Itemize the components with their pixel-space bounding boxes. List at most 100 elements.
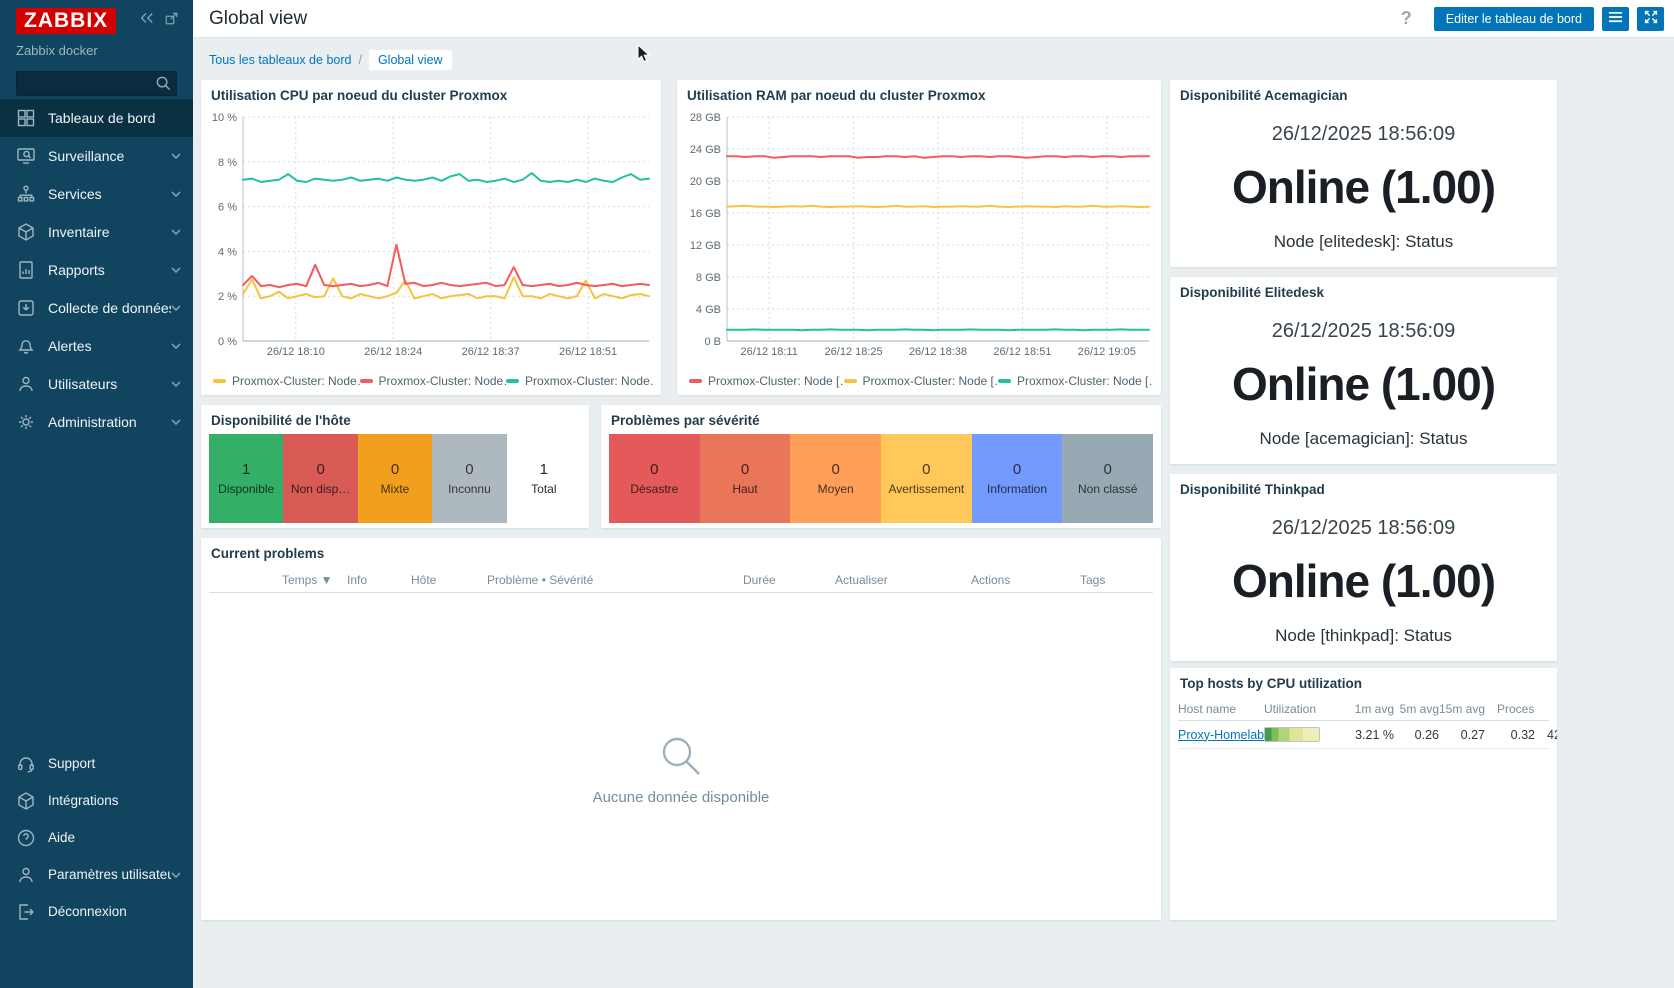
help-icon[interactable]: ? bbox=[1387, 8, 1426, 29]
svg-text:20 GB: 20 GB bbox=[690, 176, 721, 188]
widget-title: Disponibilité de l'hôte bbox=[209, 413, 581, 434]
avg-5m-value: 0.27 bbox=[1439, 728, 1485, 742]
sidebar-item-dashboard[interactable]: Tableaux de bord bbox=[0, 99, 193, 137]
avg-1m-value: 0.26 bbox=[1394, 728, 1439, 742]
sidebar-item-user-settings[interactable]: Paramètres utilisateur bbox=[0, 856, 193, 893]
sidebar-item-label: Administration bbox=[48, 414, 171, 430]
breadcrumb-current[interactable]: Global view bbox=[369, 50, 452, 70]
column-header-host-name: Host name bbox=[1178, 702, 1264, 716]
sidebar-item-integrations[interactable]: Intégrations bbox=[0, 782, 193, 819]
svg-text:26/12 19:05: 26/12 19:05 bbox=[1078, 346, 1136, 358]
sidebar-item-label: Déconnexion bbox=[48, 904, 181, 919]
availability-card-elitedesk[interactable]: Disponibilité Elitedesk 26/12/2025 18:56… bbox=[1170, 277, 1557, 464]
cpu-chart-widget[interactable]: Utilisation CPU par noeud du cluster Pro… bbox=[201, 80, 661, 395]
sidebar-item-administration[interactable]: Administration bbox=[0, 403, 193, 441]
sidebar-item-reports[interactable]: Rapports bbox=[0, 251, 193, 289]
availability-label: Disponible bbox=[218, 482, 274, 496]
sidebar-item-monitoring[interactable]: Surveillance bbox=[0, 137, 193, 175]
widget-title: Disponibilité Acemagician bbox=[1178, 88, 1549, 109]
severity-cells: 0Désastre0Haut0Moyen0Avertissement0Infor… bbox=[609, 434, 1153, 523]
sidebar-item-logout[interactable]: Déconnexion bbox=[0, 893, 193, 930]
sidebar-item-label: Paramètres utilisateur bbox=[48, 867, 171, 882]
sidebar-item-data-collection[interactable]: Collecte de données bbox=[0, 289, 193, 327]
host-link[interactable]: Proxy-Homelab bbox=[1178, 728, 1264, 742]
sidebar-item-label: Tableaux de bord bbox=[48, 110, 181, 126]
availability-cell[interactable]: 0Inconnu bbox=[432, 434, 506, 523]
legend-item[interactable]: Proxmox-Cluster: Node [… bbox=[689, 374, 844, 388]
availability-cell[interactable]: 0Mixte bbox=[358, 434, 432, 523]
widget-title: Disponibilité Elitedesk bbox=[1178, 285, 1549, 306]
edit-dashboard-button[interactable]: Editer le tableau de bord bbox=[1434, 7, 1594, 31]
problems-by-severity-widget[interactable]: Problèmes par sévérité 0Désastre0Haut0Mo… bbox=[601, 405, 1161, 528]
host-availability-widget[interactable]: Disponibilité de l'hôte 1Disponible0Non … bbox=[201, 405, 589, 528]
zabbix-logo[interactable]: ZABBIX bbox=[16, 8, 116, 34]
column-header-h-te: Hôte bbox=[411, 573, 487, 587]
legend-item[interactable]: Proxmox-Cluster: Node… bbox=[360, 374, 507, 388]
page-title: Global view bbox=[209, 8, 307, 30]
legend-label: Proxmox-Cluster: Node [… bbox=[1017, 374, 1153, 388]
current-problems-widget[interactable]: Current problems Temps ▼InfoHôteProblème… bbox=[201, 538, 1161, 920]
collapse-sidebar-icon[interactable] bbox=[138, 11, 154, 31]
severity-cell[interactable]: 0Information bbox=[972, 434, 1063, 523]
severity-cell[interactable]: 0Désastre bbox=[609, 434, 700, 523]
legend-item[interactable]: Proxmox-Cluster: Node… bbox=[213, 374, 360, 388]
widget-title: Utilisation CPU par noeud du cluster Pro… bbox=[209, 88, 653, 109]
server-name: Zabbix docker bbox=[0, 34, 193, 58]
breadcrumb-all-dashboards[interactable]: Tous les tableaux de bord bbox=[209, 53, 351, 67]
search-input[interactable] bbox=[16, 71, 177, 96]
severity-cell[interactable]: 0Non classé bbox=[1062, 434, 1153, 523]
availability-card-thinkpad[interactable]: Disponibilité Thinkpad 26/12/2025 18:56:… bbox=[1170, 474, 1557, 661]
sidebar-item-label: Collecte de données bbox=[48, 300, 171, 316]
sidebar-item-users[interactable]: Utilisateurs bbox=[0, 365, 193, 403]
legend-label: Proxmox-Cluster: Node [… bbox=[708, 374, 844, 388]
svg-text:6 %: 6 % bbox=[218, 202, 237, 214]
chevron-down-icon bbox=[171, 229, 181, 235]
ram-chart-widget[interactable]: Utilisation RAM par noeud du cluster Pro… bbox=[677, 80, 1161, 395]
legend-item[interactable]: Proxmox-Cluster: Node [… bbox=[998, 374, 1153, 388]
svg-text:2 %: 2 % bbox=[218, 291, 237, 303]
severity-label: Désastre bbox=[630, 482, 678, 496]
legend-color-dash bbox=[360, 379, 373, 383]
severity-cell[interactable]: 0Haut bbox=[700, 434, 791, 523]
card-item-name: Node [elitedesk]: Status bbox=[1178, 232, 1549, 252]
chevron-down-icon bbox=[171, 381, 181, 387]
sidebar-item-alerts[interactable]: Alertes bbox=[0, 327, 193, 365]
availability-cell[interactable]: 0Non disp… bbox=[283, 434, 357, 523]
availability-cell[interactable]: 1Disponible bbox=[209, 434, 283, 523]
severity-cell[interactable]: 0Avertissement bbox=[881, 434, 972, 523]
search-icon[interactable] bbox=[155, 75, 172, 97]
signout-icon bbox=[16, 902, 48, 922]
kiosk-mode-button[interactable] bbox=[1637, 7, 1664, 31]
reports-icon bbox=[16, 260, 48, 280]
legend-color-dash bbox=[213, 379, 226, 383]
legend-item[interactable]: Proxmox-Cluster: Node [… bbox=[844, 374, 999, 388]
sidebar-item-label: Intégrations bbox=[48, 793, 181, 808]
availability-count: 1 bbox=[540, 461, 548, 478]
alerts-icon bbox=[16, 336, 48, 356]
pin-sidebar-icon[interactable] bbox=[164, 11, 179, 31]
sidebar-item-inventory[interactable]: Inventaire bbox=[0, 213, 193, 251]
legend-item[interactable]: Proxmox-Cluster: Node… bbox=[506, 374, 653, 388]
availability-cell[interactable]: 1Total bbox=[507, 434, 581, 523]
severity-label: Avertissement bbox=[888, 482, 964, 496]
svg-text:12 GB: 12 GB bbox=[690, 240, 721, 252]
sidebar: ZABBIX Zabbix docker Tableaux de bord Sur… bbox=[0, 0, 193, 988]
chevron-down-icon bbox=[171, 419, 181, 425]
severity-count: 0 bbox=[1013, 461, 1021, 478]
hamburger-icon bbox=[1608, 11, 1623, 26]
sidebar-item-help[interactable]: Aide bbox=[0, 819, 193, 856]
breadcrumb-separator: / bbox=[358, 53, 361, 67]
svg-text:26/12 18:37: 26/12 18:37 bbox=[462, 346, 520, 358]
dashboard-menu-button[interactable] bbox=[1602, 7, 1629, 31]
administration-icon bbox=[16, 412, 48, 432]
top-hosts-widget[interactable]: Top hosts by CPU utilization Host nameUt… bbox=[1170, 668, 1557, 920]
severity-count: 0 bbox=[741, 461, 749, 478]
card-status-value: Online (1.00) bbox=[1178, 554, 1549, 608]
sidebar-item-support[interactable]: Support bbox=[0, 745, 193, 782]
legend-label: Proxmox-Cluster: Node… bbox=[525, 374, 653, 388]
sidebar-item-services[interactable]: Services bbox=[0, 175, 193, 213]
severity-cell[interactable]: 0Moyen bbox=[790, 434, 881, 523]
column-header-temps[interactable]: Temps ▼ bbox=[282, 573, 347, 587]
availability-card-acemagician[interactable]: Disponibilité Acemagician 26/12/2025 18:… bbox=[1170, 80, 1557, 267]
column-header-dur-e: Durée bbox=[743, 573, 835, 587]
